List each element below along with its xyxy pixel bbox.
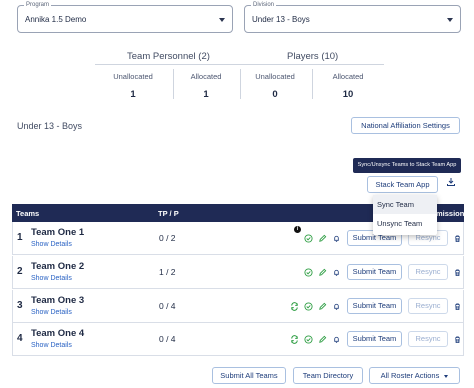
row-number: 2 xyxy=(17,266,23,277)
bell-icon[interactable] xyxy=(332,268,341,277)
team-name: Team One 4 xyxy=(31,328,85,339)
division-select-label: Division xyxy=(251,1,277,9)
team-directory-button[interactable]: Team Directory xyxy=(293,367,363,384)
all-roster-actions-button[interactable]: All Roster Actions xyxy=(369,367,460,384)
edit-icon[interactable] xyxy=(318,335,327,344)
division-select[interactable]: Division Under 13 - Boys xyxy=(244,1,461,33)
check-circle-icon xyxy=(304,234,313,243)
team-name: Team One 2 xyxy=(31,261,85,272)
tp-value: 0 / 2 xyxy=(159,233,176,243)
stat-value: 0 xyxy=(272,89,278,100)
program-select-label: Program xyxy=(24,1,52,9)
info-icon[interactable]: i xyxy=(294,226,301,233)
submit-team-button[interactable]: Submit Team xyxy=(347,331,402,347)
all-roster-actions-label: All Roster Actions xyxy=(380,371,440,380)
table-row: 3 Team One 3 Show Details 0 / 4 Submit Team R… xyxy=(12,290,464,323)
check-circle-icon xyxy=(304,302,313,311)
download-icon[interactable] xyxy=(446,177,456,187)
edit-icon[interactable] xyxy=(318,302,327,311)
row-number: 4 xyxy=(17,333,23,344)
team-name: Team One 3 xyxy=(31,295,85,306)
stat-value: 1 xyxy=(130,89,136,100)
submit-team-button[interactable]: Submit Team xyxy=(347,264,402,280)
stat-value: 1 xyxy=(203,89,209,100)
check-circle-icon xyxy=(304,268,313,277)
stack-team-menu: Sync Team Unsync Team xyxy=(373,195,437,235)
tp-value: 0 / 4 xyxy=(159,301,176,311)
players-allocated: Allocated 10 xyxy=(309,67,387,101)
personnel-allocated: Allocated 1 xyxy=(167,67,245,101)
stack-team-tooltip: Sync/Unsync Teams to Stack Team App xyxy=(353,158,461,173)
stat-label: Unallocated xyxy=(255,72,295,81)
bell-icon[interactable] xyxy=(332,234,341,243)
show-details-link[interactable]: Show Details xyxy=(31,241,72,248)
stat-label: Allocated xyxy=(190,72,222,81)
team-name: Team One 1 xyxy=(31,227,85,238)
table-row: 4 Team One 4 Show Details 0 / 4 Submit Team R… xyxy=(12,323,464,356)
stat-value: 10 xyxy=(342,89,354,100)
check-circle-icon xyxy=(304,335,313,344)
division-title: Under 13 - Boys xyxy=(17,121,83,131)
table-row: 2 Team One 2 Show Details 1 / 2 Submit Team R… xyxy=(12,256,464,289)
sync-icon[interactable] xyxy=(290,302,299,311)
edit-icon[interactable] xyxy=(318,268,327,277)
bell-icon[interactable] xyxy=(332,302,341,311)
stat-label: Allocated xyxy=(332,72,364,81)
program-select[interactable]: Program Annika 1.5 Demo xyxy=(17,1,233,33)
resync-button[interactable]: Resync xyxy=(408,264,448,280)
trash-icon[interactable] xyxy=(453,268,462,277)
row-number: 1 xyxy=(17,232,23,243)
stack-team-app-button[interactable]: Stack Team App xyxy=(367,176,438,193)
header-tp: TP / P xyxy=(158,209,179,218)
row-number: 3 xyxy=(17,300,23,311)
team-personnel-heading: Team Personnel (2) xyxy=(127,51,210,62)
header-mission: mission xyxy=(436,209,465,218)
header-teams: Teams xyxy=(16,209,40,218)
chevron-down-icon xyxy=(219,18,225,22)
division-select-value: Under 13 - Boys xyxy=(252,15,310,24)
menu-item-unsync-team[interactable]: Unsync Team xyxy=(373,214,437,233)
menu-item-sync-team[interactable]: Sync Team xyxy=(373,195,437,214)
submit-team-button[interactable]: Submit Team xyxy=(347,298,402,314)
tp-value: 1 / 2 xyxy=(159,267,176,277)
bell-icon[interactable] xyxy=(332,335,341,344)
resync-button[interactable]: Resync xyxy=(408,331,448,347)
tp-value: 0 / 4 xyxy=(159,334,176,344)
resync-button[interactable]: Resync xyxy=(408,298,448,314)
sync-icon[interactable] xyxy=(290,335,299,344)
submit-all-teams-button[interactable]: Submit All Teams xyxy=(212,367,286,384)
players-unallocated: Unallocated 0 xyxy=(236,67,314,101)
show-details-link[interactable]: Show Details xyxy=(31,342,72,349)
edit-icon[interactable] xyxy=(318,234,327,243)
show-details-link[interactable]: Show Details xyxy=(31,275,72,282)
national-affiliation-button[interactable]: National Affiliation Settings xyxy=(351,117,460,134)
program-select-value: Annika 1.5 Demo xyxy=(25,15,87,24)
divider xyxy=(95,64,384,65)
trash-icon[interactable] xyxy=(453,234,462,243)
chevron-down-icon xyxy=(447,18,453,22)
players-heading: Players (10) xyxy=(287,51,339,62)
personnel-unallocated: Unallocated 1 xyxy=(94,67,172,101)
trash-icon[interactable] xyxy=(453,335,462,344)
chevron-down-icon xyxy=(444,374,449,378)
show-details-link[interactable]: Show Details xyxy=(31,309,72,316)
trash-icon[interactable] xyxy=(453,302,462,311)
stat-label: Unallocated xyxy=(113,72,153,81)
